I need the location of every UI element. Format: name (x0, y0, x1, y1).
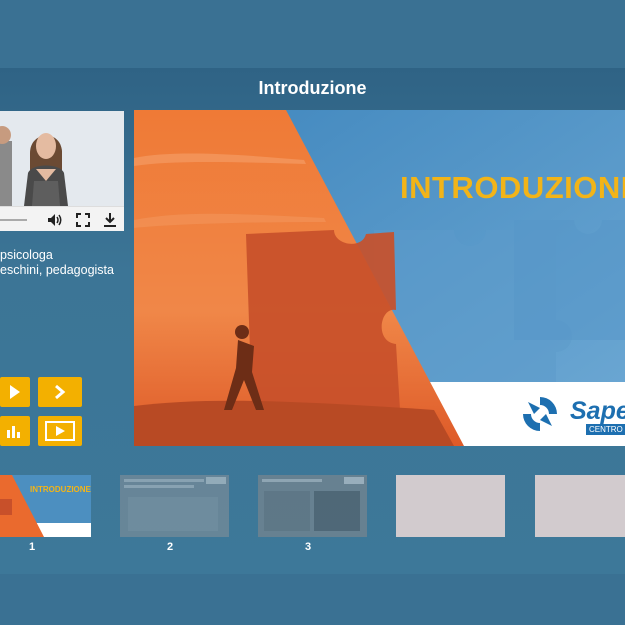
bottom-band (0, 574, 625, 625)
thumbnail-number: 2 (166, 541, 174, 553)
speaker-line: eschini, pedagogista (0, 263, 114, 277)
brand-logo-icon (523, 397, 557, 431)
thumbnail-number: 3 (304, 541, 312, 553)
slide-thumbnail-3[interactable] (258, 475, 367, 537)
slide-heading: INTRODUZIONE (400, 170, 625, 205)
slide-thumbnail-5[interactable] (535, 475, 625, 537)
next-button[interactable] (38, 377, 82, 407)
presenter-image (0, 111, 124, 206)
thumbnail-heading: INTRODUZIONE (30, 485, 91, 494)
chevron-right-icon (55, 384, 66, 400)
player-stage: Introduzione psicologa eschini, pedagogi… (0, 68, 625, 574)
previous-button[interactable] (0, 377, 30, 407)
brand-name: Sape (570, 397, 625, 425)
video-frame[interactable] (0, 111, 124, 206)
thumbnail-number: 1 (28, 541, 36, 553)
volume-icon[interactable] (46, 211, 64, 229)
video-controls (0, 206, 124, 231)
brand-subtitle: CENTRO S (586, 424, 625, 435)
play-icon (10, 385, 20, 399)
top-band (0, 0, 625, 68)
video-progress-bar[interactable] (0, 219, 27, 221)
video-play-icon (45, 421, 75, 441)
lesson-title: Introduzione (258, 78, 367, 98)
slide-thumbnail-2[interactable] (120, 475, 229, 537)
slide-thumbnail-4[interactable] (396, 475, 505, 537)
thumbnail-preview (120, 475, 229, 537)
speaker-line: psicologa (0, 248, 53, 262)
slide-thumbnail-1[interactable]: INTRODUZIONE (0, 475, 91, 537)
menu-button[interactable] (0, 416, 30, 446)
slide-canvas: INTRODUZIONE Sape CENTRO S (134, 110, 625, 446)
download-icon[interactable] (101, 211, 119, 229)
speaker-credits: psicologa eschini, pedagogista (0, 248, 114, 278)
fullscreen-icon[interactable] (74, 211, 92, 229)
bars-chart-icon (7, 426, 20, 438)
video-toggle-button[interactable] (38, 416, 82, 446)
presenter-video[interactable] (0, 111, 124, 231)
thumbnail-preview (258, 475, 367, 537)
